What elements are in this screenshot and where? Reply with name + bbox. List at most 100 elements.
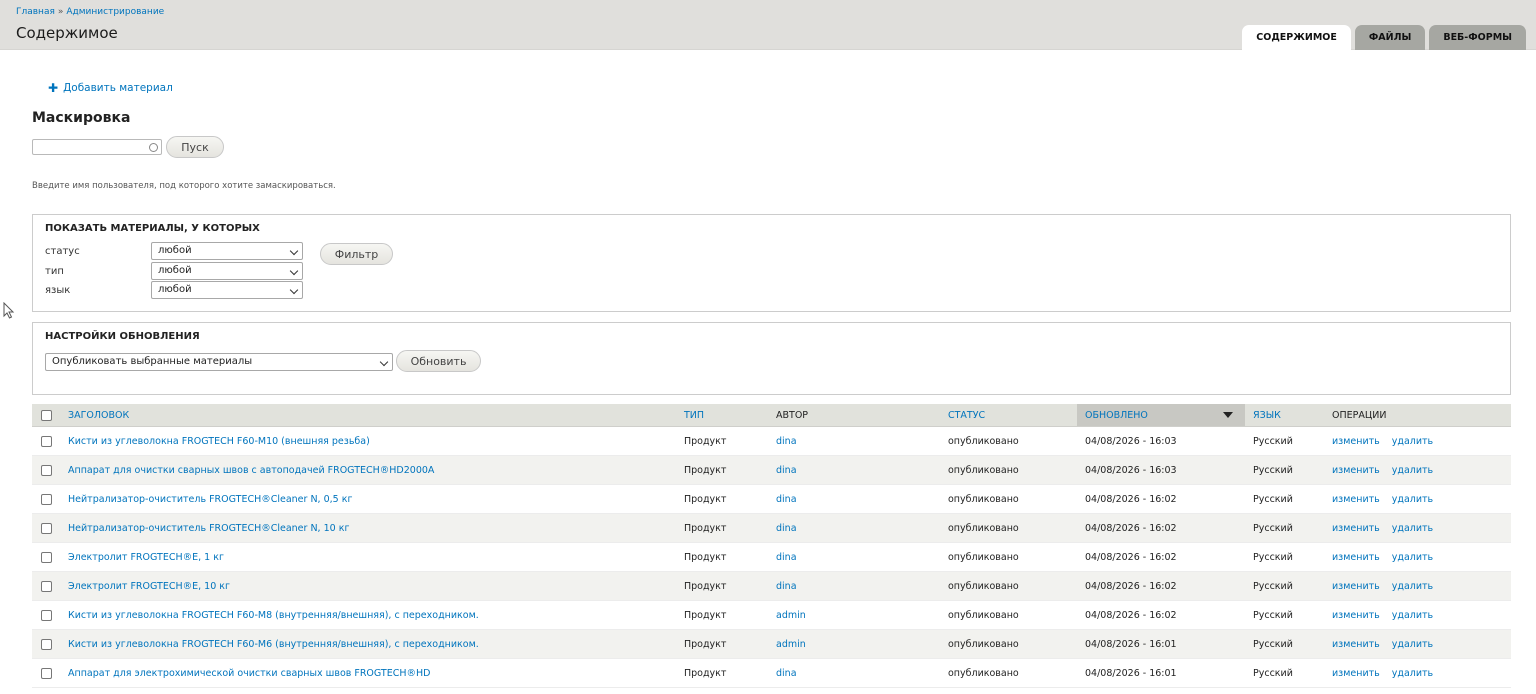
row-edit-link[interactable]: изменить (1332, 523, 1380, 534)
row-delete-link[interactable]: удалить (1392, 436, 1433, 447)
filter-label-status: статус (45, 245, 80, 257)
row-checkbox[interactable] (40, 464, 52, 476)
select-all-checkbox[interactable] (40, 409, 52, 421)
primary-tabs: СОДЕРЖИМОЕ ФАЙЛЫ ВЕБ-ФОРМЫ (1242, 25, 1526, 50)
row-type: Продукт (684, 609, 727, 621)
row-author-link[interactable]: admin (776, 639, 806, 650)
update-button[interactable]: Обновить (396, 350, 481, 372)
row-edit-link[interactable]: изменить (1332, 610, 1380, 621)
row-title-link[interactable]: Кисти из углеволокна FROGTECH F60-M6 (вн… (68, 639, 479, 650)
row-edit-link[interactable]: изменить (1332, 552, 1380, 563)
tab-webforms[interactable]: ВЕБ-ФОРМЫ (1429, 25, 1526, 50)
row-select-cell (32, 456, 60, 484)
filter-legend: ПОКАЗАТЬ МАТЕРИАЛЫ, У КОТОРЫХ (45, 223, 260, 234)
column-header-operations: ОПЕРАЦИИ (1332, 409, 1387, 421)
row-select-cell (32, 514, 60, 542)
row-edit-link[interactable]: изменить (1332, 581, 1380, 592)
row-operations: изменить удалить (1324, 427, 1511, 455)
add-content-label: Добавить материал (63, 82, 173, 94)
row-delete-link[interactable]: удалить (1392, 552, 1433, 563)
filter-button[interactable]: Фильтр (320, 243, 393, 265)
row-author-link[interactable]: dina (776, 465, 797, 476)
row-title-link[interactable]: Аппарат для электрохимической очистки св… (68, 668, 430, 679)
row-updated: 04/08/2026 - 16:02 (1085, 493, 1177, 505)
row-checkbox[interactable] (40, 435, 52, 447)
row-operations: изменить удалить (1324, 514, 1511, 542)
row-title-link[interactable]: Аппарат для очистки сварных швов с автоп… (68, 465, 434, 476)
row-delete-link[interactable]: удалить (1392, 523, 1433, 534)
add-content-link[interactable]: ✚ Добавить материал (48, 82, 173, 94)
table-row: Аппарат для электрохимической очистки св… (32, 659, 1511, 688)
table-row: Кисти из углеволокна FROGTECH F60-M6 (вн… (32, 630, 1511, 659)
row-checkbox[interactable] (40, 667, 52, 679)
row-status: опубликовано (948, 464, 1019, 476)
filter-language-value: любой (158, 284, 192, 295)
row-title-link[interactable]: Нейтрализатор-очиститель FROGTECH®Cleane… (68, 494, 352, 505)
row-updated: 04/08/2026 - 16:03 (1085, 435, 1177, 447)
row-author-link[interactable]: dina (776, 581, 797, 592)
row-author-link[interactable]: dina (776, 436, 797, 447)
row-author-link[interactable]: admin (776, 610, 806, 621)
row-edit-link[interactable]: изменить (1332, 436, 1380, 447)
table-row: Кисти из углеволокна FROGTECH F60-M8 (вн… (32, 601, 1511, 630)
row-updated: 04/08/2026 - 16:01 (1085, 638, 1177, 650)
masquerade-go-button[interactable]: Пуск (166, 136, 224, 158)
row-type: Продукт (684, 493, 727, 505)
row-updated: 04/08/2026 - 16:02 (1085, 522, 1177, 534)
row-title-link[interactable]: Нейтрализатор-очиститель FROGTECH®Cleane… (68, 523, 349, 534)
row-checkbox[interactable] (40, 551, 52, 563)
row-author-link[interactable]: dina (776, 494, 797, 505)
row-title-link[interactable]: Электролит FROGTECH®E, 10 кг (68, 581, 230, 592)
row-checkbox[interactable] (40, 609, 52, 621)
row-delete-link[interactable]: удалить (1392, 639, 1433, 650)
row-title-link[interactable]: Электролит FROGTECH®E, 1 кг (68, 552, 224, 563)
column-header-language[interactable]: ЯЗЫК (1245, 404, 1324, 426)
row-author-link[interactable]: dina (776, 668, 797, 679)
row-checkbox[interactable] (40, 638, 52, 650)
row-title-link[interactable]: Кисти из углеволокна FROGTECH F60-M10 (в… (68, 436, 370, 447)
column-header-title[interactable]: ЗАГОЛОВОК (60, 404, 676, 426)
tab-files[interactable]: ФАЙЛЫ (1354, 25, 1426, 50)
row-checkbox[interactable] (40, 522, 52, 534)
breadcrumb-admin[interactable]: Администрирование (66, 7, 164, 17)
filter-type-value: любой (158, 265, 192, 276)
table-row: Электролит FROGTECH®E, 1 кг Продукт dina оп… (32, 543, 1511, 572)
row-delete-link[interactable]: удалить (1392, 610, 1433, 621)
row-checkbox[interactable] (40, 493, 52, 505)
row-edit-link[interactable]: изменить (1332, 465, 1380, 476)
tab-content[interactable]: СОДЕРЖИМОЕ (1242, 25, 1351, 50)
row-edit-link[interactable]: изменить (1332, 494, 1380, 505)
column-header-type[interactable]: ТИП (676, 404, 768, 426)
row-delete-link[interactable]: удалить (1392, 494, 1433, 505)
column-header-status[interactable]: СТАТУС (940, 404, 1077, 426)
breadcrumb-home[interactable]: Главная (16, 7, 55, 17)
row-delete-link[interactable]: удалить (1392, 668, 1433, 679)
row-operations: изменить удалить (1324, 572, 1511, 600)
row-type: Продукт (684, 522, 727, 534)
row-language: Русский (1253, 493, 1293, 505)
row-edit-link[interactable]: изменить (1332, 639, 1380, 650)
chevron-down-icon (289, 246, 299, 256)
filter-language-select[interactable]: любой (151, 281, 303, 299)
row-language: Русский (1253, 522, 1293, 534)
update-operation-value: Опубликовать выбранные материалы (52, 356, 253, 367)
filter-status-select[interactable]: любой (151, 242, 303, 260)
row-status: опубликовано (948, 609, 1019, 621)
filter-type-select[interactable]: любой (151, 262, 303, 280)
row-title-link[interactable]: Кисти из углеволокна FROGTECH F60-M8 (вн… (68, 610, 479, 621)
row-delete-link[interactable]: удалить (1392, 581, 1433, 592)
update-operation-select[interactable]: Опубликовать выбранные материалы (45, 353, 393, 371)
row-type: Продукт (684, 464, 727, 476)
row-checkbox[interactable] (40, 580, 52, 592)
row-operations: изменить удалить (1324, 659, 1511, 687)
masquerade-input[interactable] (33, 145, 143, 160)
column-header-updated[interactable]: ОБНОВЛЕНО (1077, 404, 1245, 426)
row-updated: 04/08/2026 - 16:02 (1085, 551, 1177, 563)
row-author-link[interactable]: dina (776, 552, 797, 563)
row-edit-link[interactable]: изменить (1332, 668, 1380, 679)
row-updated: 04/08/2026 - 16:03 (1085, 464, 1177, 476)
row-author-link[interactable]: dina (776, 523, 797, 534)
sort-descending-icon (1223, 412, 1233, 418)
row-select-cell (32, 485, 60, 513)
row-delete-link[interactable]: удалить (1392, 465, 1433, 476)
